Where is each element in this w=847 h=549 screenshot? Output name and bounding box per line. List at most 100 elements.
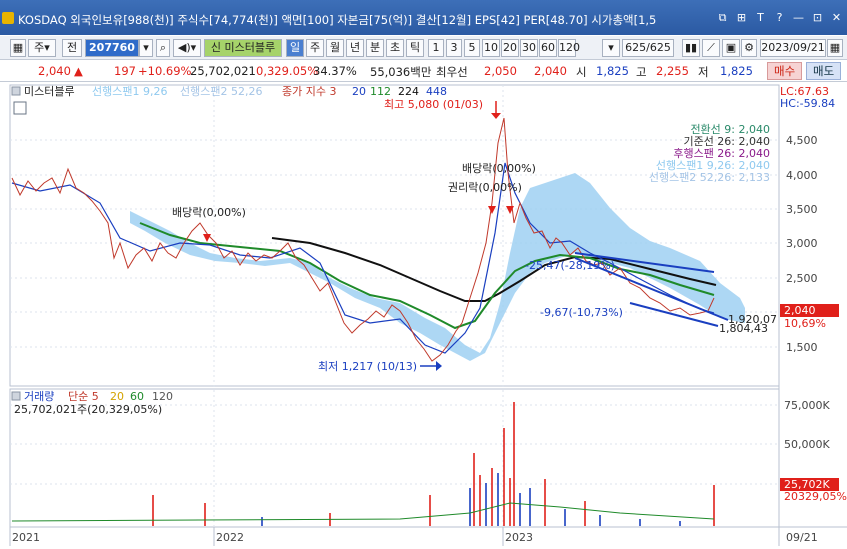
panel-toggle-icon[interactable] (11, 86, 21, 96)
legend-close-index: 종가 지수 3 (282, 85, 336, 98)
freq-minute[interactable]: 분 (366, 39, 384, 57)
text-icon[interactable]: T (754, 11, 767, 24)
low-price: 1,825 (720, 64, 753, 78)
low-label: 저 (698, 65, 709, 79)
freq-month[interactable]: 월 (326, 39, 344, 57)
gear-icon[interactable]: ⚙ (741, 39, 757, 57)
best-bid: 2,040 (534, 64, 567, 78)
vol-tick-50000: 50,000K (784, 438, 830, 451)
layout-icon[interactable]: ⊞ (735, 11, 748, 24)
volume-toggle-icon[interactable] (11, 391, 21, 401)
indicator-button[interactable]: 신 미스터블루 (204, 39, 282, 57)
best-ask-label: 최우선 (436, 65, 468, 79)
high-price: 2,255 (656, 64, 689, 78)
hc-value: HC:-59.84 (780, 97, 835, 110)
x-label-2021: 2021 (12, 531, 40, 544)
min-20[interactable]: 20 (501, 39, 519, 57)
detach-icon[interactable]: ⧉ (716, 11, 729, 24)
pct-tag: 10,69% (784, 317, 826, 330)
turnover-rate: 34.37% (313, 64, 357, 78)
freq-second[interactable]: 초 (386, 39, 404, 57)
annotation-high: 최고 5,080 (01/03) (384, 98, 483, 111)
volume-legend-ma20: 20 (110, 390, 124, 403)
compare-icon[interactable]: ▮▮ (682, 39, 700, 57)
window-title: KOSDAQ 외국인보유[988(천)] 주식수[74,774(천)] 액면[1… (18, 13, 657, 27)
ichimoku-span2: 선행스팬2 52,26: 2,133 (649, 171, 770, 184)
y-tick-3000: 3,000 (786, 237, 818, 250)
custom-period-select[interactable]: ▾ (602, 39, 620, 57)
x-label-2022: 2022 (216, 531, 244, 544)
vol-tick-75000: 75,000K (784, 399, 830, 412)
volume-ratio: 0,329.05% (256, 64, 319, 78)
chart-area[interactable]: 미스터블루 선행스팬1 9,26 선행스팬2 52,26 종가 지수 3 20 … (0, 83, 847, 546)
price-legend-name: 미스터블루 (24, 85, 75, 98)
table-icon[interactable] (13, 101, 27, 115)
min-3[interactable]: 3 (446, 39, 462, 57)
freq-year[interactable]: 년 (346, 39, 364, 57)
annotation-dividend-1: 배당락(0,00%) (172, 206, 246, 219)
vol-pct-tag: 20329,05% (784, 490, 847, 503)
pattern-icon[interactable]: ⟋ (702, 39, 720, 57)
toolbar: ▦ 주▾ 전 207760 ▾ ⌕ ◀)▾ 신 미스터블루 일 주 월 년 분 … (0, 36, 847, 60)
y-tick-4500: 4,500 (786, 134, 818, 147)
trend-value-2: 1,804,43 (719, 322, 768, 335)
trade-amount: 55,036백만 (370, 65, 432, 79)
minimize-icon[interactable]: — (792, 11, 805, 24)
annotation-trend-2: -25,47(-28,19%) (525, 259, 615, 272)
sell-button[interactable]: 매도 (806, 62, 842, 80)
price-panel-frame (9, 84, 780, 387)
legend-span2: 선행스팬2 52,26 (180, 85, 262, 98)
x-label-2023: 2023 (505, 531, 533, 544)
freq-day[interactable]: 일 (286, 39, 304, 57)
type-select[interactable]: 주▾ (28, 39, 56, 57)
min-5[interactable]: 5 (464, 39, 480, 57)
sound-icon[interactable]: ◀)▾ (173, 39, 201, 57)
legend-ma224: 224 (398, 85, 419, 98)
quote-bar: 2,040 ▲ 197 +10.69% 25,702,021 0,329.05%… (0, 60, 847, 82)
volume-current: 25,702,021주(20,329,05%) (14, 403, 162, 416)
period-select[interactable]: 전 (62, 39, 82, 57)
open-price: 1,825 (596, 64, 629, 78)
annotation-low: 최저 1,217 (10/13) (318, 360, 417, 373)
annotation-dividend-2: 배당락(0,00%) (462, 162, 536, 175)
change-amount: 197 (114, 64, 136, 78)
volume: 25,702,021 (190, 64, 256, 78)
date-input[interactable]: 2023/09/21 (760, 39, 826, 57)
change-arrow-icon: ▲ (74, 64, 83, 78)
open-label: 시 (576, 65, 587, 79)
data-count: 625/625 (622, 39, 674, 57)
maximize-icon[interactable]: ⊡ (811, 11, 824, 24)
volume-legend-ma5: 단순 5 (68, 390, 99, 403)
high-label: 고 (636, 65, 647, 79)
title-bar: KOSDAQ 외국인보유[988(천)] 주식수[74,774(천)] 액면[1… (0, 0, 847, 35)
min-30[interactable]: 30 (520, 39, 538, 57)
app-logo-icon (2, 12, 14, 24)
stock-code-input[interactable]: 207760 (85, 39, 139, 57)
help-icon[interactable]: ? (773, 11, 786, 24)
y-tick-4000: 4,000 (786, 169, 818, 182)
y-tick-3500: 3,500 (786, 203, 818, 216)
chart-svg[interactable]: 미스터블루 선행스팬1 9,26 선행스팬2 52,26 종가 지수 3 20 … (0, 83, 847, 546)
current-price: 2,040 (38, 64, 71, 78)
min-10[interactable]: 10 (482, 39, 500, 57)
grid-icon[interactable]: ▦ (10, 39, 26, 57)
legend-ma112: 112 (370, 85, 391, 98)
min-60[interactable]: 60 (539, 39, 557, 57)
y-tick-2500: 2,500 (786, 272, 818, 285)
min-1[interactable]: 1 (428, 39, 444, 57)
freq-tick[interactable]: 틱 (406, 39, 424, 57)
calendar-icon[interactable]: ▦ (827, 39, 843, 57)
buy-button[interactable]: 매수 (767, 62, 803, 80)
volume-legend-name: 거래량 (24, 390, 54, 403)
legend-ma448: 448 (426, 85, 447, 98)
chevron-down-icon[interactable]: ▾ (139, 39, 153, 57)
close-icon[interactable]: ✕ (830, 11, 843, 24)
min-120[interactable]: 120 (558, 39, 580, 57)
search-icon[interactable]: ⌕ (156, 39, 170, 57)
volume-legend-ma60: 60 (130, 390, 144, 403)
window-controls: ⧉ ⊞ T ? — ⊡ ✕ (716, 11, 843, 24)
freq-week[interactable]: 주 (306, 39, 324, 57)
price-tag: 2,040 (784, 304, 816, 317)
y-tick-1500: 1,500 (786, 341, 818, 354)
save-icon[interactable]: ▣ (722, 39, 740, 57)
